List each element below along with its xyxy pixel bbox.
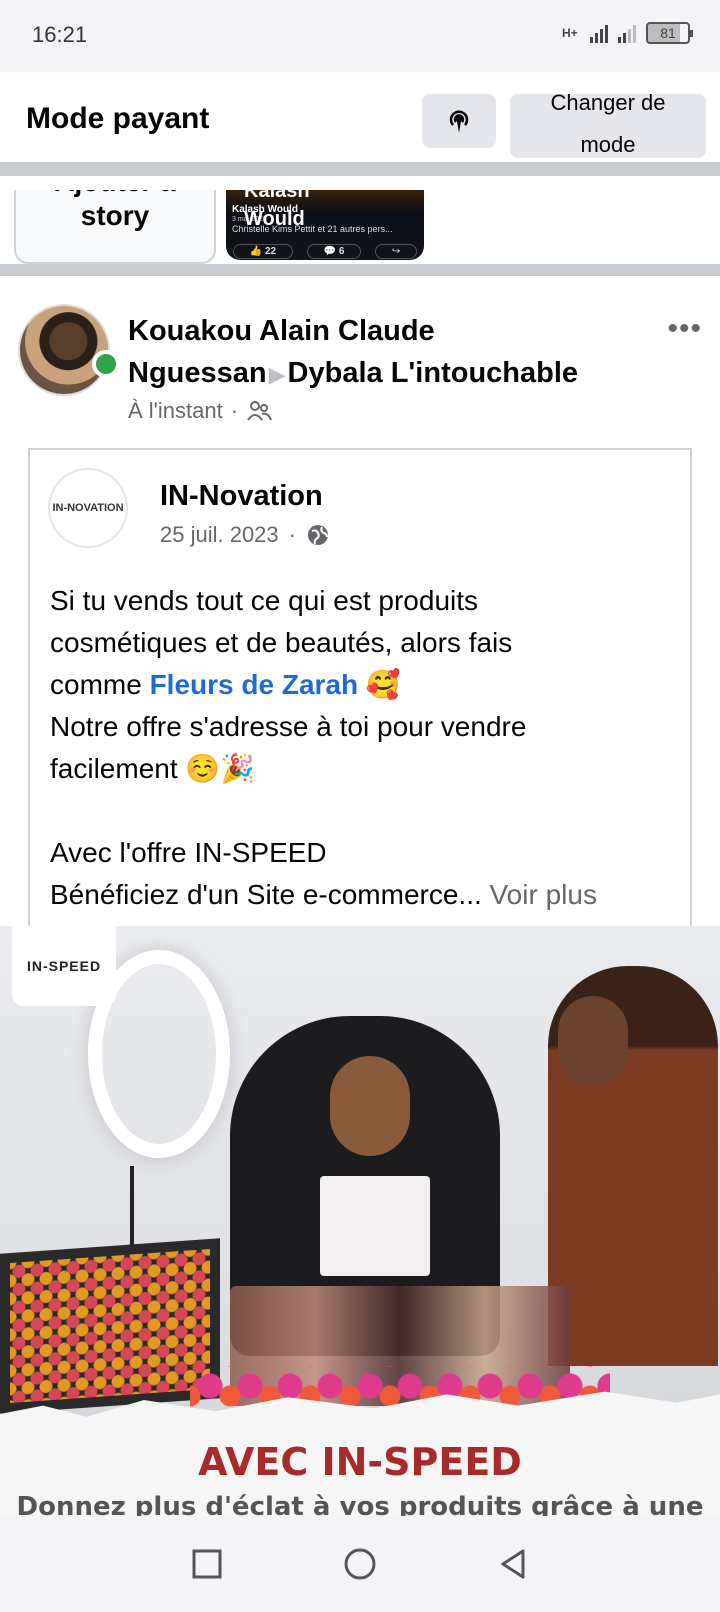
network-type: H+ xyxy=(562,25,578,40)
back-icon[interactable] xyxy=(493,1544,533,1584)
change-mode-button[interactable]: Changer de mode xyxy=(510,90,706,158)
system-nav-bar xyxy=(0,1516,720,1612)
shared-meta: 25 juil. 2023 · xyxy=(160,522,330,548)
broadcast-icon xyxy=(449,110,469,133)
ad-subtitle: Donnez plus d'éclat à vos produits grâce… xyxy=(16,1492,704,1516)
live-button[interactable] xyxy=(422,94,496,148)
change-mode-label: Changer de mode xyxy=(550,90,666,157)
apron-shape xyxy=(320,1176,430,1276)
text-line: Avec l'offre IN-SPEED xyxy=(50,837,327,868)
meta-separator: · xyxy=(230,398,239,423)
globe-icon xyxy=(307,525,328,545)
text-line-prefix: comme xyxy=(50,669,150,700)
top-bar: Mode payant Changer de mode xyxy=(0,72,720,176)
ad-title: AVEC IN-SPEED xyxy=(198,1440,522,1484)
story-card[interactable]: Kalash Kalash Would 3 mai 2023 Would Chr… xyxy=(226,190,424,260)
story-reactions: Christelle Kims Pettit et 21 autres pers… xyxy=(232,224,393,234)
add-story-label-2: story xyxy=(80,200,150,231)
online-status-icon xyxy=(92,350,120,378)
battery-level: 81 xyxy=(660,25,676,41)
meta-separator: · xyxy=(288,522,296,547)
face-shape xyxy=(558,996,628,1086)
story-likes[interactable]: 👍 22 xyxy=(232,243,294,259)
home-icon[interactable] xyxy=(340,1544,380,1584)
post-header: Kouakou Alain Claude Nguessan▶Dybala L'i… xyxy=(0,290,720,440)
face-shape xyxy=(330,1056,410,1156)
avatar[interactable] xyxy=(18,304,110,396)
text-line: Notre offre s'adresse à toi pour vendre xyxy=(50,711,527,742)
story-share-icon[interactable]: ↪ xyxy=(374,243,418,259)
circle-icon xyxy=(344,1548,376,1580)
truncated-text: Bénéficiez d'un Site e-commerce... xyxy=(50,879,482,910)
status-time: 16:21 xyxy=(32,22,88,47)
post-time[interactable]: À l'instant xyxy=(128,398,223,424)
friends-icon xyxy=(247,401,272,421)
brand-badge: IN-SPEED xyxy=(12,926,116,1006)
text-line: Bénéficiez d'un Site e-commerce... Voir … xyxy=(50,874,680,916)
story-actions: 👍 22 💬 6 ↪ xyxy=(226,242,424,260)
post-text: Si tu vends tout ce qui est produits cos… xyxy=(50,580,680,916)
arrow-right-icon: ▶ xyxy=(268,362,286,387)
page-name[interactable]: IN-Novation xyxy=(160,480,323,513)
text-line: cosmétiques et de beautés, alors fais xyxy=(50,627,513,658)
stories-strip: Ajouter à story Kalash Kalash Would 3 ma… xyxy=(0,190,720,276)
emoji: 🥰 xyxy=(365,669,401,700)
signal-2-icon xyxy=(618,23,636,43)
text-line: facilement ☺️🎉 xyxy=(50,753,256,784)
text-line: Si tu vends tout ce qui est produits xyxy=(50,585,479,616)
status-bar: 16:21 H+ 81 xyxy=(0,0,720,72)
mention-link[interactable]: Fleurs de Zarah xyxy=(150,669,359,700)
see-more-link[interactable]: Voir plus xyxy=(490,879,597,910)
page-logo[interactable]: IN-NOVATION xyxy=(48,468,128,548)
signal-icon xyxy=(590,23,608,43)
palette-dots xyxy=(10,1249,210,1403)
story-likes-count: 22 xyxy=(264,245,277,257)
triangle-icon xyxy=(501,1549,525,1579)
post-meta: À l'instant · xyxy=(128,398,272,424)
makeup-artist-figure xyxy=(548,966,718,1366)
page-title: Mode payant xyxy=(26,102,210,135)
add-story-card[interactable]: Ajouter à story xyxy=(14,190,216,264)
shared-post[interactable]: IN-NOVATION IN-Novation 25 juil. 2023 · … xyxy=(28,448,692,926)
post-image[interactable]: IN-SPEED AVEC IN-SPEED Donnez plus d'écl… xyxy=(0,926,720,1516)
text-line: comme Fleurs de Zarah 🥰 xyxy=(50,664,680,706)
story-comments-count: 6 xyxy=(338,245,345,257)
battery-icon: 81 xyxy=(646,22,693,44)
target-name[interactable]: Dybala L'intouchable xyxy=(288,357,579,389)
post-author-line: Kouakou Alain Claude Nguessan▶Dybala L'i… xyxy=(128,310,648,396)
story-comments[interactable]: 💬 6 xyxy=(306,243,362,259)
add-story-label-1: Ajouter à xyxy=(16,190,214,198)
story-name: Kalash xyxy=(244,190,310,202)
status-icons: H+ 81 xyxy=(562,22,693,44)
more-options-icon[interactable]: ••• xyxy=(667,312,702,346)
shared-date[interactable]: 25 juil. 2023 xyxy=(160,522,279,548)
eyeshadow-palette-shape xyxy=(0,1238,220,1414)
recent-apps-icon[interactable] xyxy=(187,1544,227,1584)
square-icon xyxy=(192,1549,222,1579)
